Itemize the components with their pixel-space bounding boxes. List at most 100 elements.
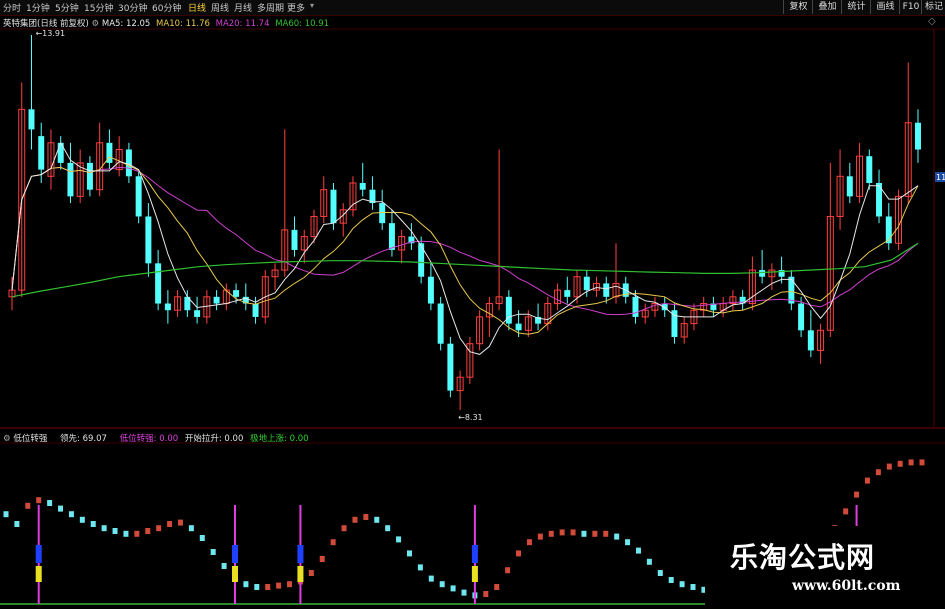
indicator-bar — [428, 575, 434, 582]
indicator-bar — [90, 521, 96, 527]
indicator-bar — [363, 514, 369, 520]
signal-block-yellow — [35, 566, 42, 582]
candle-body — [330, 189, 337, 224]
candle-body — [807, 330, 814, 351]
indicator-bar — [690, 584, 696, 590]
high-price-label: ←13.91 — [35, 29, 65, 38]
indicator-bar — [570, 529, 576, 536]
indicator-bar — [897, 460, 903, 467]
candle-body — [427, 276, 434, 304]
price-tick-label: 11 — [936, 173, 945, 182]
candle-body — [38, 136, 45, 170]
indicator-bar — [3, 511, 9, 518]
candle-body — [388, 223, 395, 250]
candle-body — [359, 182, 366, 190]
indicator-bar — [276, 582, 282, 589]
signal-block-blue — [232, 545, 238, 563]
indicator-bar — [516, 550, 522, 557]
indicator-bar — [886, 463, 892, 470]
indicator-bar — [156, 525, 162, 532]
signal-block-yellow — [471, 566, 478, 582]
indicator-bar — [14, 521, 20, 527]
indicator-bar — [406, 550, 412, 557]
indicator-bar — [581, 530, 587, 537]
candle-body — [233, 290, 240, 297]
indicator-bar — [548, 530, 554, 537]
candle-body — [915, 122, 921, 150]
candle-body — [213, 296, 220, 304]
indicator-bar — [875, 469, 881, 476]
indicator-bar — [177, 519, 183, 526]
candle-body — [603, 283, 610, 297]
indicator-bar — [614, 533, 620, 540]
indicator-bar — [450, 585, 456, 592]
candle-body — [194, 310, 201, 317]
candle-body — [564, 290, 571, 297]
candle-body — [798, 303, 805, 331]
candle-body — [759, 270, 766, 277]
candle-body — [291, 229, 298, 250]
indicator-bar — [167, 521, 173, 527]
indicator-bar — [592, 530, 598, 537]
indicator-bar — [396, 536, 402, 543]
indicator-bar — [385, 525, 391, 532]
indicator-bar — [47, 500, 53, 506]
indicator-bar — [188, 525, 194, 532]
indicator-bar — [112, 528, 118, 534]
candle-body — [164, 303, 171, 311]
indicator-bar — [25, 502, 31, 509]
indicator-bar — [243, 581, 249, 588]
indicator-bar — [319, 556, 325, 562]
indicator-bar — [505, 567, 511, 574]
signal-block-yellow — [232, 566, 238, 582]
indicator-bar — [36, 497, 42, 504]
watermark-url: www.60lt.com — [792, 578, 901, 594]
indicator-bar — [864, 477, 870, 484]
candle-body — [866, 156, 873, 183]
candle-body — [447, 343, 454, 391]
candle-body — [632, 296, 639, 317]
signal-block-yellow — [297, 566, 304, 582]
candle-body — [252, 303, 259, 317]
indicator-bar — [483, 591, 489, 597]
candle-body — [28, 109, 35, 130]
indicator-bar — [254, 584, 260, 590]
indicator-bar — [461, 589, 467, 596]
candle-body — [437, 303, 444, 344]
signal-block-blue — [35, 545, 42, 563]
indicator-bar — [79, 516, 85, 523]
indicator-bar — [843, 508, 849, 515]
indicator-bar — [603, 530, 609, 537]
candle-body — [418, 243, 425, 277]
indicator-bar — [526, 539, 532, 546]
watermark-logo: 乐淘公式网 — [730, 541, 876, 574]
indicator-bar — [439, 581, 445, 588]
indicator-bar — [657, 570, 663, 576]
indicator-bar — [668, 577, 674, 583]
indicator-bar — [919, 459, 925, 466]
indicator-bar — [646, 558, 652, 565]
signal-block-blue — [471, 545, 478, 563]
candle-body — [125, 149, 132, 177]
indicator-bar — [199, 535, 205, 541]
indicator-bar — [494, 584, 500, 590]
candle-body — [135, 176, 142, 217]
candle-body — [145, 216, 152, 264]
indicator-bar — [145, 528, 151, 534]
candle-body — [846, 176, 853, 197]
signal-block-blue — [297, 545, 304, 563]
indicator-bar — [374, 516, 380, 523]
indicator-bar — [537, 533, 543, 540]
candle-body — [155, 263, 162, 304]
indicator-bar — [854, 491, 860, 498]
indicator-bar — [625, 539, 631, 546]
indicator-bar — [417, 564, 423, 571]
indicator-bar — [330, 539, 336, 546]
indicator-bar — [679, 581, 685, 588]
indicator-bar — [58, 505, 64, 512]
candle-body — [583, 276, 590, 291]
indicator-bar — [352, 516, 358, 523]
candle-body — [67, 162, 74, 197]
kline-chart: ←13.91 ←8.31 11 — [0, 28, 945, 605]
indicator-bar — [265, 584, 271, 590]
